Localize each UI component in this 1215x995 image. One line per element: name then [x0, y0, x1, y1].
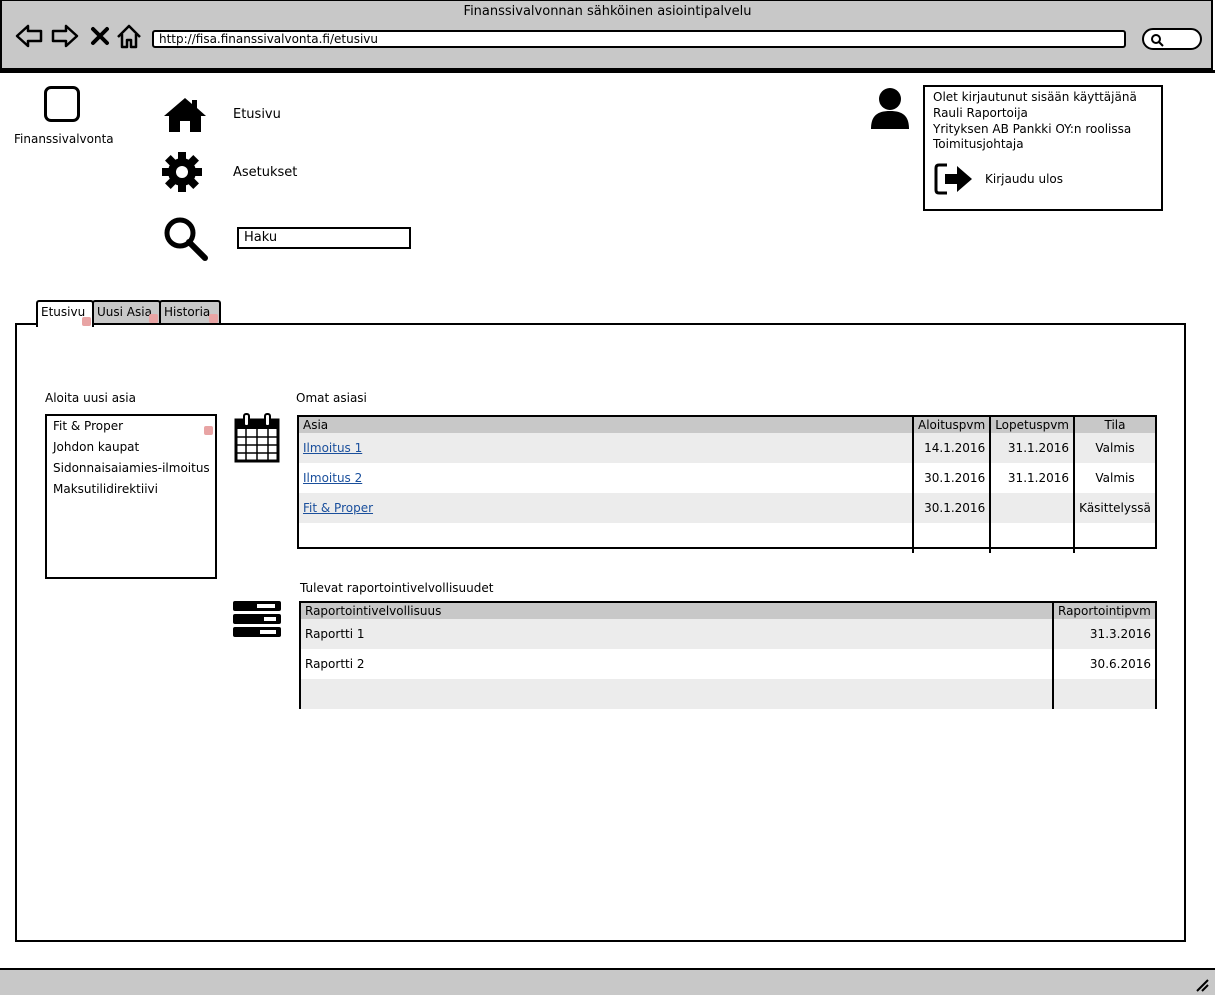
- table-cell: 14.1.2016: [913, 433, 992, 463]
- tab-marker: [209, 314, 218, 323]
- status-bar: [0, 968, 1215, 995]
- list-item[interactable]: Sidonnaisaiamies-ilmoitus: [53, 461, 210, 475]
- case-link[interactable]: Ilmoitus 2: [303, 471, 362, 485]
- own-cases-title: Omat asiasi: [296, 391, 367, 405]
- new-case-list[interactable]: Fit & Proper Johdon kaupat Sidonnaisaiam…: [45, 414, 217, 579]
- home-icon[interactable]: [162, 96, 208, 134]
- table-cell: 30.1.2016: [913, 493, 992, 523]
- table-row: Raportti 1 31.3.2016: [301, 619, 1155, 649]
- search-input[interactable]: Haku: [237, 227, 411, 249]
- url-input[interactable]: http://fisa.finanssivalvonta.fi/etusivu: [152, 30, 1126, 48]
- list-item[interactable]: Maksutilidirektiivi: [53, 482, 158, 496]
- logout-button[interactable]: Kirjaudu ulos: [933, 161, 1083, 197]
- tab-etusivu[interactable]: Etusivu: [36, 300, 94, 327]
- user-company-role: Yrityksen AB Pankki OY:n roolissa: [933, 122, 1132, 136]
- table-cell: Raportti 2: [301, 649, 1054, 679]
- home-icon[interactable]: [115, 20, 143, 52]
- table-cell: [1074, 523, 1155, 553]
- status-cell: Valmis: [1074, 433, 1155, 463]
- status-cell: Käsittelyssä: [1074, 493, 1155, 523]
- reporting-table: Raportointivelvollisuus Raportointipvm R…: [299, 601, 1157, 709]
- case-link[interactable]: Fit & Proper: [303, 501, 373, 515]
- tab-historia[interactable]: Historia: [159, 300, 221, 324]
- status-cell: Valmis: [1095, 471, 1135, 485]
- gear-icon[interactable]: [160, 150, 204, 194]
- browser-search-field[interactable]: [1142, 28, 1202, 50]
- logo: [44, 86, 80, 122]
- table-cell: [299, 523, 914, 553]
- table-cell: [990, 523, 1075, 553]
- new-case-title: Aloita uusi asia: [45, 391, 136, 405]
- user-title: Toimitusjohtaja: [933, 137, 1024, 151]
- table-row: [301, 679, 1155, 709]
- arrow-right-icon[interactable]: [50, 20, 80, 52]
- divider: [0, 70, 1215, 73]
- table-cell: [1053, 679, 1155, 709]
- table-cell: Raportti 1: [301, 619, 1054, 649]
- calendar-icon: [234, 413, 280, 463]
- table-row: Raportti 2 30.6.2016: [301, 649, 1155, 679]
- tab-label: Etusivu: [41, 305, 86, 319]
- column-header: Asia: [299, 417, 914, 433]
- table-row: Fit & Proper 30.1.2016 Käsittelyssä: [299, 493, 1155, 523]
- column-header: Aloituspvm: [913, 417, 992, 433]
- table-row: [299, 523, 1155, 553]
- user-info-panel: Olet kirjautunut sisään käyttäjänä Rauli…: [923, 85, 1163, 211]
- case-link[interactable]: Ilmoitus 1: [303, 441, 362, 455]
- logout-label: Kirjaudu ulos: [985, 172, 1063, 186]
- column-header: Raportointivelvollisuus: [301, 603, 1054, 619]
- logout-icon: [934, 163, 972, 195]
- table-row: Ilmoitus 1 14.1.2016 31.1.2016 Valmis: [299, 433, 1155, 463]
- nav-home-link[interactable]: Etusivu: [233, 107, 281, 122]
- tab-marker: [82, 317, 91, 326]
- table-cell: [301, 679, 1054, 709]
- login-status-text: Olet kirjautunut sisään käyttäjänä: [933, 90, 1137, 104]
- arrow-left-icon[interactable]: [14, 20, 44, 52]
- table-cell: 30.1.2016: [913, 463, 992, 493]
- close-icon[interactable]: [88, 20, 112, 52]
- tab-uusi-asia[interactable]: Uusi Asia: [92, 300, 161, 324]
- own-cases-table: Asia Aloituspvm Lopetuspvm Tila Ilmoitus…: [297, 415, 1157, 553]
- table-cell: [990, 493, 1075, 523]
- table-cell: 30.6.2016: [1089, 657, 1151, 671]
- table-header-row: Raportointivelvollisuus Raportointipvm: [301, 603, 1155, 619]
- list-marker: [204, 426, 213, 435]
- tab-label: Uusi Asia: [97, 305, 152, 319]
- list-icon: [233, 601, 281, 637]
- list-item[interactable]: Johdon kaupat: [53, 440, 139, 454]
- logo-label: Finanssivalvonta: [14, 132, 114, 146]
- column-header: Raportointipvm: [1053, 603, 1155, 619]
- user-name: Rauli Raportoija: [933, 106, 1028, 120]
- tab-label: Historia: [164, 305, 211, 319]
- list-item[interactable]: Fit & Proper: [53, 419, 123, 433]
- table-cell: 31.1.2016: [990, 463, 1075, 493]
- user-icon: [871, 88, 909, 129]
- tab-marker: [149, 314, 158, 323]
- window-title: Finanssivalvonnan sähköinen asiointipalv…: [463, 4, 752, 19]
- column-header: Lopetuspvm: [990, 417, 1075, 433]
- column-header: Tila: [1074, 417, 1155, 433]
- table-cell: [913, 523, 992, 553]
- table-cell: 31.1.2016: [990, 433, 1075, 463]
- reporting-title: Tulevat raportointivelvollisuudet: [300, 581, 494, 595]
- search-icon: [1151, 34, 1164, 47]
- nav-settings-link[interactable]: Asetukset: [233, 165, 297, 180]
- table-cell: 31.3.2016: [1053, 619, 1155, 649]
- search-icon[interactable]: [162, 215, 210, 263]
- table-row: Ilmoitus 2 30.1.2016 31.1.2016 Valmis: [299, 463, 1155, 493]
- table-header-row: Asia Aloituspvm Lopetuspvm Tila: [299, 417, 1155, 433]
- resize-handle-icon[interactable]: [1195, 978, 1209, 992]
